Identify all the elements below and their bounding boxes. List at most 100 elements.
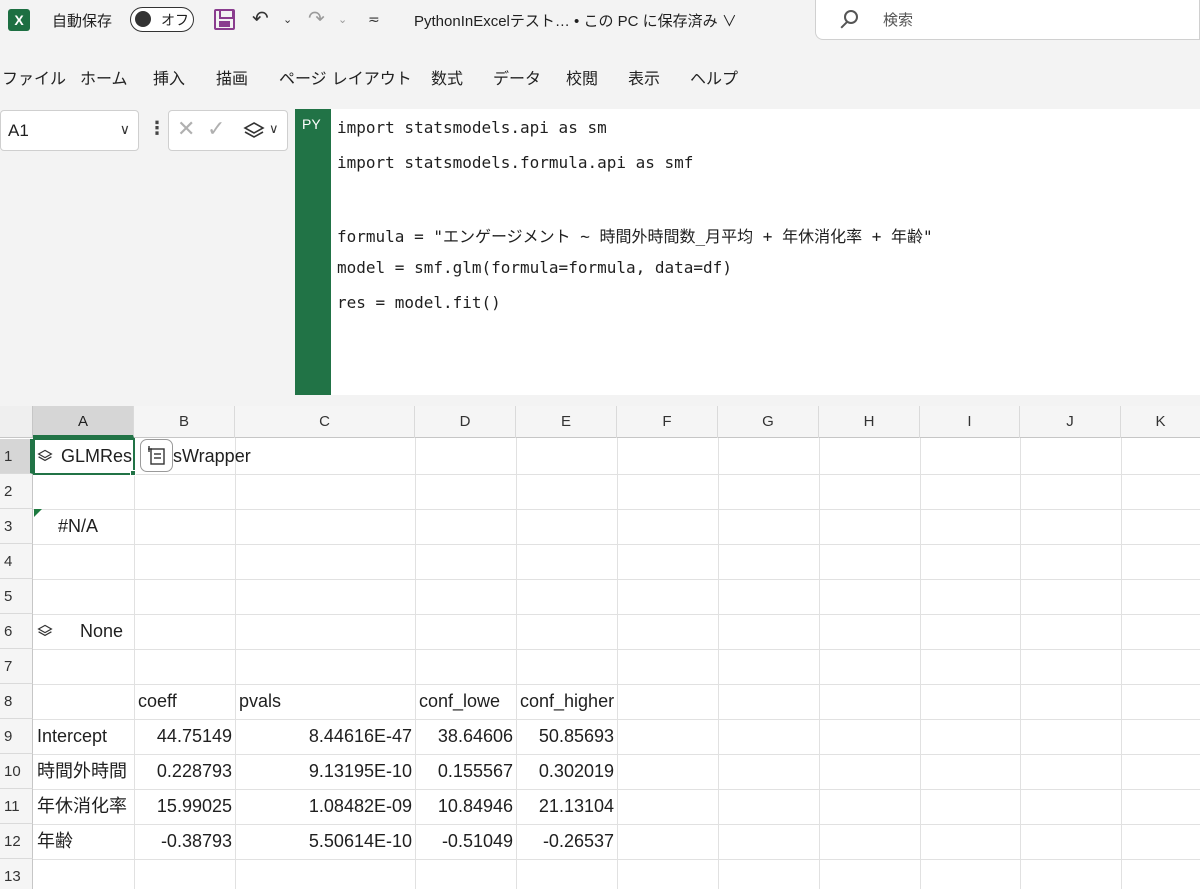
table-cell-conf-higher[interactable]: 50.85693 <box>516 719 617 754</box>
table-cell-coeff[interactable]: -0.38793 <box>134 824 235 859</box>
tab-draw[interactable]: 描画 <box>216 65 248 89</box>
python-object-icon[interactable] <box>37 623 53 639</box>
tab-page-layout[interactable]: ページ レイアウト <box>279 65 412 89</box>
row-header-7[interactable]: 7 <box>0 649 33 684</box>
title-bar: X 自動保存 オフ ↶ ⌄ ↷ ⌄ ≂ PythonInExcelテスト… • … <box>0 0 1200 40</box>
autosave-toggle[interactable]: オフ <box>130 7 194 32</box>
row-header-13[interactable]: 13 <box>0 859 33 889</box>
redo-icon[interactable]: ↷ <box>308 6 325 30</box>
column-header-c[interactable]: C <box>235 406 415 438</box>
table-row-label[interactable]: 年休消化率 <box>33 789 134 824</box>
search-box[interactable]: 検索 <box>815 0 1200 40</box>
cell-c8-header[interactable]: pvals <box>235 684 415 719</box>
tab-data[interactable]: データ <box>493 65 541 89</box>
code-line-5[interactable]: model = smf.glm(formula=formula, data=df… <box>337 258 732 277</box>
column-header-h[interactable]: H <box>819 406 920 438</box>
cell-a6[interactable]: None <box>80 614 134 649</box>
customize-quick-access-icon[interactable]: ≂ <box>368 12 380 28</box>
name-box[interactable]: A1 ∨ <box>0 110 139 151</box>
python-code-editor[interactable] <box>331 109 1200 395</box>
gridline <box>33 474 1200 475</box>
fill-handle[interactable] <box>130 470 136 476</box>
tab-home[interactable]: ホーム <box>80 65 128 89</box>
search-placeholder: 検索 <box>883 11 914 29</box>
tab-review[interactable]: 校閲 <box>566 65 598 89</box>
card-icon[interactable] <box>140 439 173 472</box>
cell-e8-header[interactable]: conf_higher <box>516 684 656 719</box>
toggle-knob <box>135 11 151 27</box>
formula-actions: ✕ ✓ ∨ <box>168 110 288 151</box>
gridline <box>33 544 1200 545</box>
cell-a3[interactable]: #N/A <box>58 509 134 544</box>
autosave-state: オフ <box>161 13 189 29</box>
tab-view[interactable]: 表示 <box>628 65 660 89</box>
table-cell-conf-lower[interactable]: -0.51049 <box>415 824 516 859</box>
table-cell-conf-lower[interactable]: 10.84946 <box>415 789 516 824</box>
chevron-down-icon[interactable]: ∨ <box>269 122 279 137</box>
undo-icon[interactable]: ↶ <box>252 6 269 30</box>
table-cell-coeff[interactable]: 15.99025 <box>134 789 235 824</box>
column-header-b[interactable]: B <box>134 406 235 438</box>
autosave-label: 自動保存 <box>52 12 113 30</box>
table-cell-conf-lower[interactable]: 0.155567 <box>415 754 516 789</box>
gridline <box>819 438 820 889</box>
code-line-1[interactable]: import statsmodels.api as sm <box>337 118 607 137</box>
table-cell-pvals[interactable]: 1.08482E-09 <box>235 789 415 824</box>
table-cell-pvals[interactable]: 9.13195E-10 <box>235 754 415 789</box>
table-cell-pvals[interactable]: 5.50614E-10 <box>235 824 415 859</box>
more-options-icon[interactable]: ⋮ <box>148 118 166 139</box>
table-cell-conf-higher[interactable]: -0.26537 <box>516 824 617 859</box>
column-header-a[interactable]: A <box>33 406 134 438</box>
cell-b8-header[interactable]: coeff <box>134 684 235 719</box>
gridline <box>33 614 1200 615</box>
gridline <box>33 649 1200 650</box>
document-title[interactable]: PythonInExcelテスト… • この PC に保存済み ∨ <box>414 10 737 31</box>
select-all-button[interactable] <box>0 406 33 438</box>
row-header-2[interactable]: 2 <box>0 474 33 509</box>
column-header-i[interactable]: I <box>920 406 1020 438</box>
code-line-2[interactable]: import statsmodels.formula.api as smf <box>337 153 693 172</box>
row-header-8[interactable]: 8 <box>0 684 33 719</box>
layers-icon[interactable] <box>243 121 265 141</box>
table-row-label[interactable]: 時間外時間 <box>33 754 134 789</box>
tab-formulas[interactable]: 数式 <box>431 65 463 89</box>
cancel-icon[interactable]: ✕ <box>177 117 195 142</box>
error-indicator-icon[interactable] <box>34 509 42 517</box>
row-header-10[interactable]: 10 <box>0 754 33 789</box>
undo-dropdown-icon[interactable]: ⌄ <box>283 13 292 26</box>
table-row-label[interactable]: 年齢 <box>33 824 134 859</box>
row-header-1[interactable]: 1 <box>0 439 33 474</box>
cell-d8-header[interactable]: conf_lowe <box>415 684 516 719</box>
row-header-5[interactable]: 5 <box>0 579 33 614</box>
row-header-12[interactable]: 12 <box>0 824 33 859</box>
code-line-4[interactable]: formula = "エンゲージメント ~ 時間外時間数_月平均 + 年休消化率… <box>337 223 933 247</box>
row-header-11[interactable]: 11 <box>0 789 33 824</box>
row-header-6[interactable]: 6 <box>0 614 33 649</box>
enter-icon[interactable]: ✓ <box>207 117 225 142</box>
chevron-down-icon[interactable]: ∨ <box>120 122 130 138</box>
table-cell-pvals[interactable]: 8.44616E-47 <box>235 719 415 754</box>
table-cell-conf-higher[interactable]: 21.13104 <box>516 789 617 824</box>
excel-logo-icon: X <box>8 9 30 31</box>
tab-insert[interactable]: 挿入 <box>153 65 185 89</box>
tab-file[interactable]: ファイル <box>2 65 66 89</box>
table-row-label[interactable]: Intercept <box>33 719 134 754</box>
column-header-g[interactable]: G <box>718 406 819 438</box>
code-line-6[interactable]: res = model.fit() <box>337 293 501 312</box>
column-header-d[interactable]: D <box>415 406 516 438</box>
row-header-3[interactable]: 3 <box>0 509 33 544</box>
tab-help[interactable]: ヘルプ <box>690 65 738 89</box>
column-header-f[interactable]: F <box>617 406 718 438</box>
row-header-9[interactable]: 9 <box>0 719 33 754</box>
row-header-4[interactable]: 4 <box>0 544 33 579</box>
table-cell-coeff[interactable]: 44.75149 <box>134 719 235 754</box>
save-icon[interactable] <box>214 9 235 30</box>
search-icon <box>844 10 858 24</box>
column-header-e[interactable]: E <box>516 406 617 438</box>
column-header-k[interactable]: K <box>1121 406 1200 438</box>
table-cell-coeff[interactable]: 0.228793 <box>134 754 235 789</box>
table-cell-conf-lower[interactable]: 38.64606 <box>415 719 516 754</box>
table-cell-conf-higher[interactable]: 0.302019 <box>516 754 617 789</box>
column-header-j[interactable]: J <box>1020 406 1121 438</box>
redo-dropdown-icon[interactable]: ⌄ <box>338 13 347 26</box>
